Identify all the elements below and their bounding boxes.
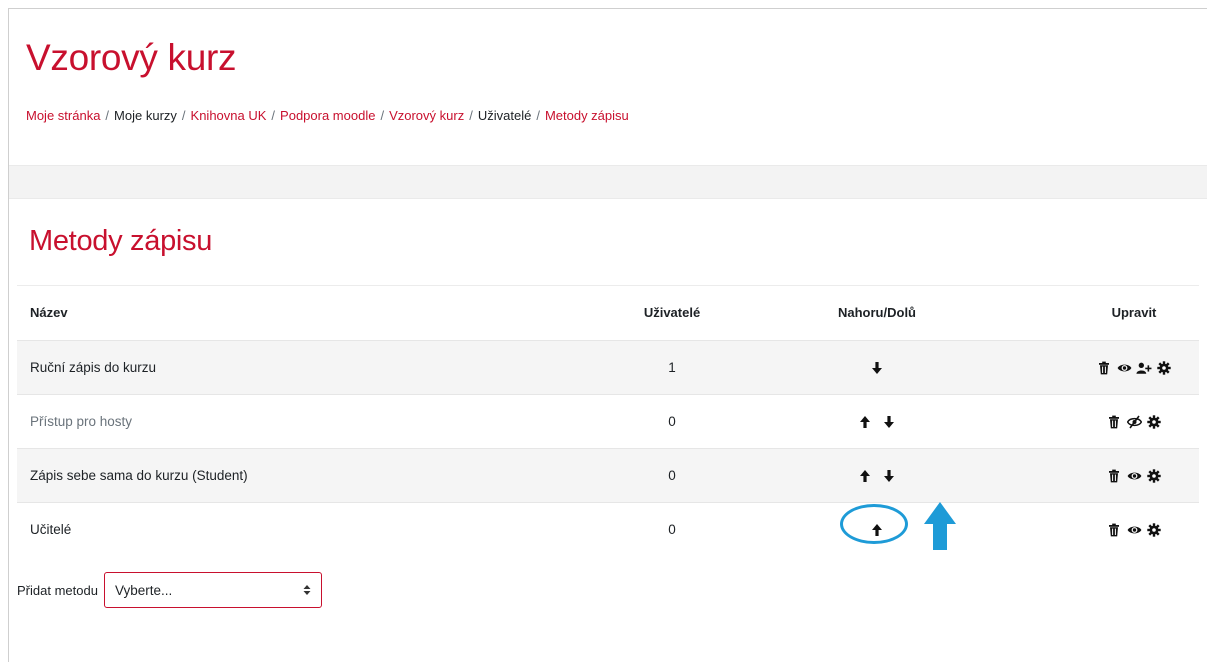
method-users-count: 0: [668, 468, 676, 483]
breadcrumb-separator: /: [380, 108, 385, 123]
eye-icon[interactable]: [1126, 522, 1142, 538]
breadcrumb-separator: /: [271, 108, 276, 123]
eye-icon[interactable]: [1116, 360, 1132, 376]
gear-icon[interactable]: [1156, 360, 1172, 376]
add-method-row: Přidat metodu Vyberte...: [17, 572, 322, 608]
breadcrumb-item[interactable]: Moje stránka: [26, 108, 100, 123]
breadcrumb-item: Uživatelé: [477, 108, 532, 123]
enrol-users-icon[interactable]: [1136, 360, 1152, 376]
arrow-down-icon[interactable]: [881, 468, 897, 484]
table-row: Přístup pro hosty 0: [17, 394, 1199, 448]
edit-cell: [1079, 503, 1189, 556]
trash-icon[interactable]: [1106, 468, 1122, 484]
table-row: Zápis sebe sama do kurzu (Student) 0: [17, 448, 1199, 502]
table-row: Učitelé 0: [17, 502, 1199, 556]
breadcrumb-separator: /: [181, 108, 186, 123]
updown-cell: [807, 449, 947, 502]
edit-cell: [1079, 449, 1189, 502]
highlight-ellipse-annotation: [840, 504, 908, 544]
header-divider-band: [9, 165, 1207, 199]
breadcrumb-separator: /: [469, 108, 473, 123]
breadcrumb-item[interactable]: Vzorový kurz: [389, 108, 464, 123]
arrow-up-icon[interactable]: [857, 468, 873, 484]
updown-cell: [807, 395, 947, 448]
breadcrumb-item[interactable]: Podpora moodle: [280, 108, 375, 123]
method-name: Přístup pro hosty: [30, 414, 133, 429]
gear-icon[interactable]: [1146, 522, 1162, 538]
updown-cell: [807, 341, 947, 394]
add-method-label: Přidat metodu: [17, 582, 98, 598]
page-header: Vzorový kurz Moje stránka / Moje kurzy / Kni…: [9, 9, 1207, 165]
add-method-select-value: Vyberte...: [114, 582, 173, 598]
arrow-down-icon[interactable]: [881, 414, 897, 430]
add-method-select[interactable]: Vyberte...: [103, 572, 322, 608]
select-caret-icon: [303, 585, 311, 595]
section-title: Metody zápisu: [29, 225, 213, 257]
method-name: Učitelé: [30, 522, 72, 537]
eye-icon[interactable]: [1126, 468, 1142, 484]
method-users-count: 1: [668, 360, 676, 375]
header-name[interactable]: Název: [30, 286, 68, 339]
header-updown: Nahoru/Dolů: [838, 305, 916, 320]
breadcrumb-separator: /: [105, 108, 110, 123]
breadcrumb-item[interactable]: Knihovna UK: [191, 108, 267, 123]
arrow-up-icon[interactable]: [857, 414, 873, 430]
table-header-row: Název Uživatelé Nahoru/Dolů Upravit: [17, 285, 1199, 339]
method-users-count: 0: [668, 522, 676, 537]
course-title: Vzorový kurz: [26, 37, 237, 78]
breadcrumb-item: Moje kurzy: [114, 108, 177, 123]
header-edit: Upravit: [1111, 305, 1157, 320]
table-row: Ruční zápis do kurzu 1: [17, 340, 1199, 394]
trash-icon[interactable]: [1106, 414, 1122, 430]
breadcrumb-item[interactable]: Metody zápisu: [545, 108, 629, 123]
edit-cell: [1079, 341, 1189, 394]
method-name: Ruční zápis do kurzu: [30, 360, 157, 375]
edit-cell: [1079, 395, 1189, 448]
arrow-down-icon[interactable]: [869, 360, 885, 376]
header-users[interactable]: Uživatelé: [637, 286, 707, 339]
trash-icon[interactable]: [1106, 522, 1122, 538]
trash-icon[interactable]: [1096, 360, 1112, 376]
eye-slash-icon[interactable]: [1126, 414, 1142, 430]
method-name: Zápis sebe sama do kurzu (Student): [30, 468, 248, 483]
gear-icon[interactable]: [1146, 468, 1162, 484]
gear-icon[interactable]: [1146, 414, 1162, 430]
method-users-count: 0: [668, 414, 676, 429]
breadcrumb: Moje stránka / Moje kurzy / Knihovna UK / Podp…: [26, 108, 629, 123]
breadcrumb-separator: /: [536, 108, 540, 123]
blue-arrow-annotation: [924, 502, 956, 550]
